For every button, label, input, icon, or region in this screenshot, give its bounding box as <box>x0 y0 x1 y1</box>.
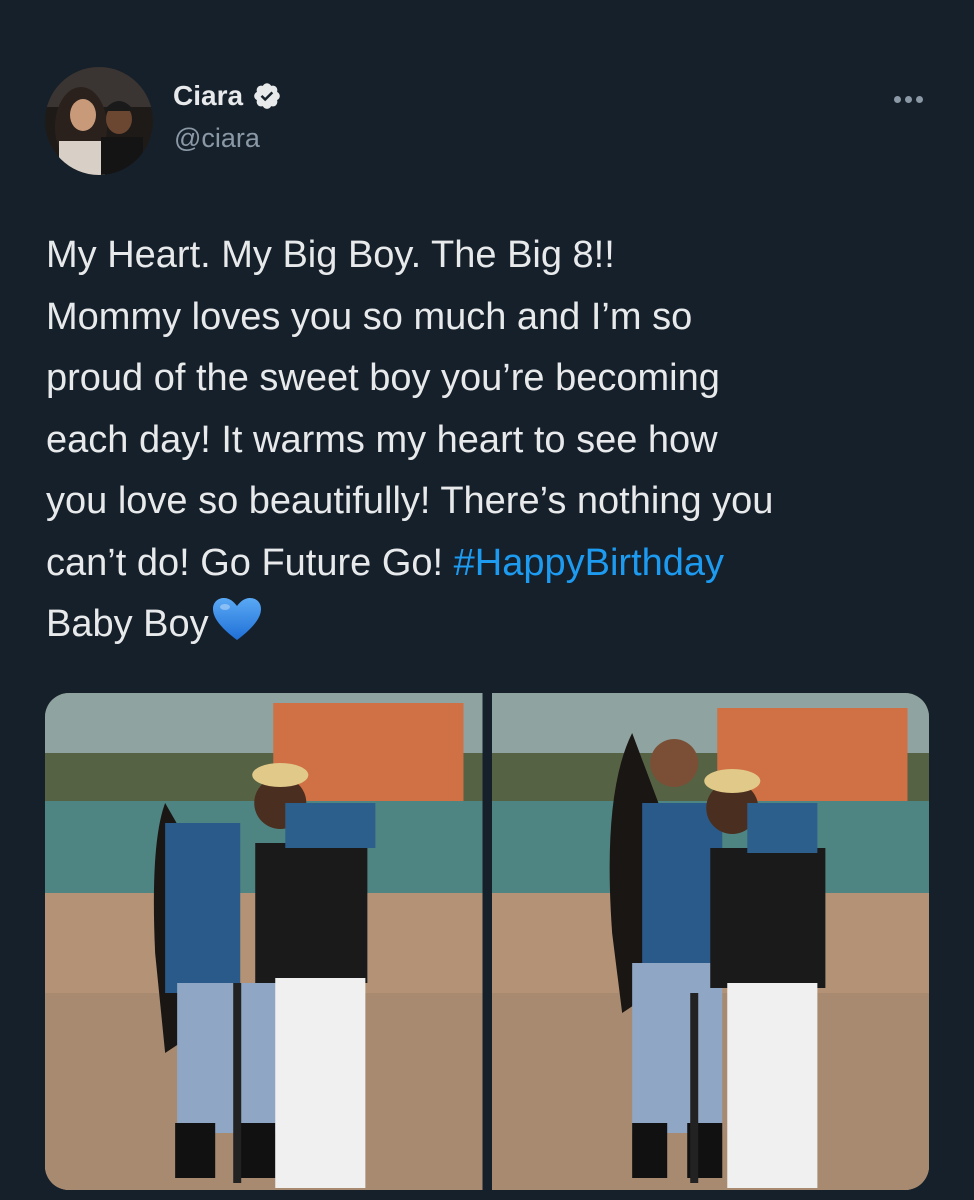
verified-badge-icon <box>252 81 282 111</box>
tweet-text-part: My Heart. My Big Boy. The Big 8!! Mommy … <box>46 234 774 584</box>
tweet-text-part: Baby Boy <box>46 603 209 645</box>
author-display-name[interactable]: Ciara <box>173 80 243 112</box>
author-handle[interactable]: @ciara <box>174 123 260 154</box>
tweet-photo[interactable] <box>45 693 483 1190</box>
tweet-text: My Heart. My Big Boy. The Big 8!! Mommy … <box>46 225 946 656</box>
tweet-photo[interactable] <box>491 693 929 1190</box>
media-grid <box>45 693 929 1190</box>
blue-heart-icon <box>211 596 263 642</box>
hashtag-link[interactable]: #HappyBirthday <box>454 542 724 584</box>
more-options-icon[interactable] <box>888 85 928 113</box>
profile-avatar[interactable] <box>45 67 153 175</box>
